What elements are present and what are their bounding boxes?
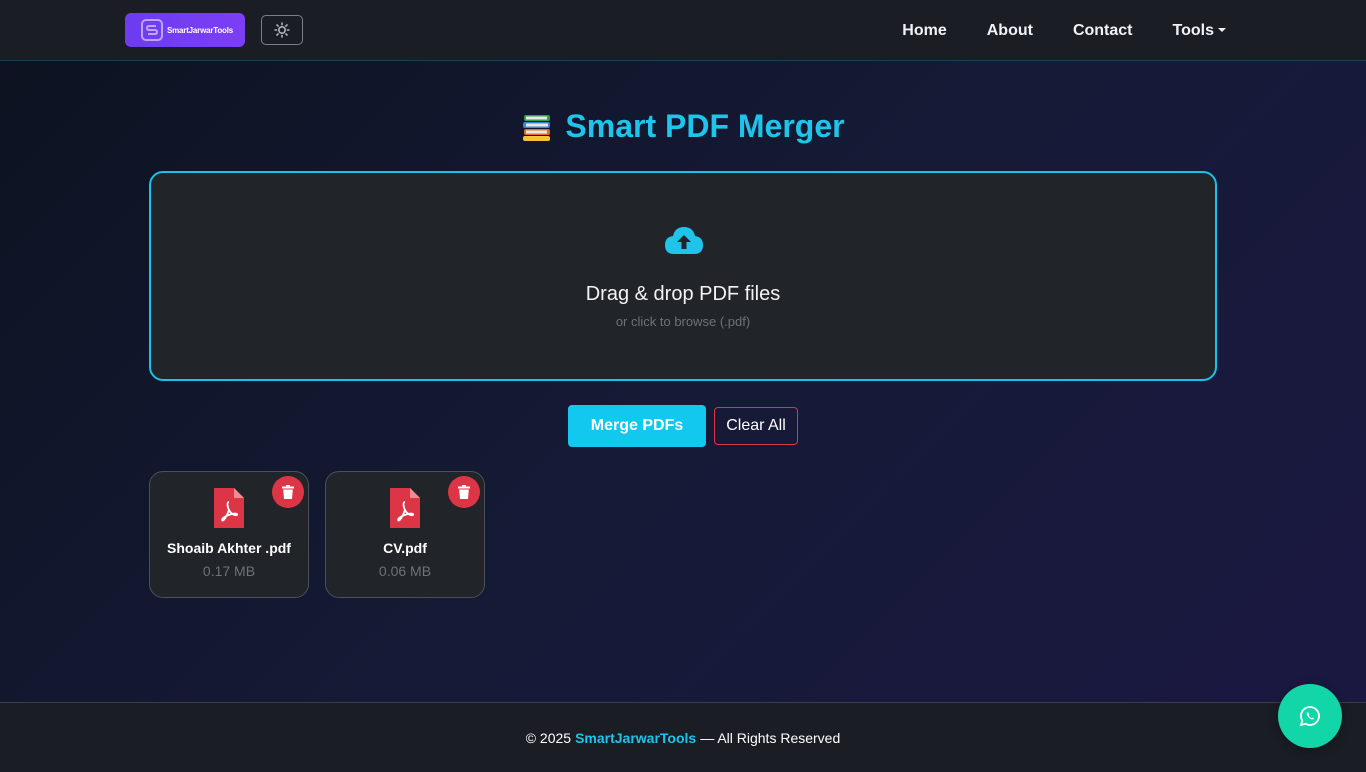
- nav-contact[interactable]: Contact: [1073, 22, 1133, 40]
- theme-toggle-button[interactable]: [261, 15, 303, 45]
- merge-pdfs-button[interactable]: Merge PDFs: [568, 405, 706, 447]
- nav-home[interactable]: Home: [902, 22, 946, 40]
- nav-tools-label: Tools: [1172, 21, 1214, 39]
- logo-icon: [141, 19, 163, 41]
- file-size: 0.17 MB: [202, 563, 256, 579]
- nav-tools-dropdown[interactable]: Tools: [1173, 22, 1226, 40]
- page-title: Smart PDF Merger: [0, 108, 1366, 145]
- file-name: Shoaib Akhter .pdf: [167, 540, 291, 556]
- trash-icon: [458, 485, 470, 499]
- trash-icon: [282, 485, 294, 499]
- footer-copyright: © 2025: [525, 729, 572, 746]
- brand-name: SmartJarwarTools: [167, 25, 234, 35]
- page-title-text: Smart PDF Merger: [565, 108, 845, 144]
- dropzone-title: Drag & drop PDF files: [585, 283, 781, 305]
- pdf-file-icon: [390, 488, 420, 528]
- file-size: 0.06 MB: [378, 563, 432, 579]
- file-name: CV.pdf: [383, 540, 427, 556]
- nav-links: Home About Contact Tools: [862, 0, 1226, 61]
- delete-file-button[interactable]: [272, 476, 304, 508]
- footer-brand-link[interactable]: SmartJarwarTools: [575, 730, 696, 746]
- pdf-dropzone[interactable]: Drag & drop PDF files or click to browse…: [149, 171, 1217, 381]
- sun-icon: [274, 22, 290, 38]
- footer-rights: — All Rights Reserved: [700, 729, 841, 746]
- brand-logo[interactable]: SmartJarwarTools: [125, 13, 245, 47]
- clear-all-button[interactable]: Clear All: [714, 407, 798, 445]
- caret-down-icon: [1218, 27, 1226, 32]
- nav-about[interactable]: About: [987, 22, 1033, 40]
- books-icon: [523, 114, 551, 141]
- delete-file-button[interactable]: [448, 476, 480, 508]
- pdf-file-icon: [214, 488, 244, 528]
- whatsapp-button[interactable]: [1278, 684, 1342, 748]
- file-card: CV.pdf 0.06 MB: [325, 471, 485, 598]
- dropzone-subtitle: or click to browse (.pdf): [615, 314, 751, 329]
- whatsapp-icon: [1299, 706, 1320, 727]
- cloud-upload-icon: [665, 227, 703, 254]
- navbar: SmartJarwarTools Home About Contact Tool…: [0, 0, 1366, 61]
- footer: © 2025 SmartJarwarTools — All Rights Res…: [0, 702, 1366, 772]
- file-card: Shoaib Akhter .pdf 0.17 MB: [149, 471, 309, 598]
